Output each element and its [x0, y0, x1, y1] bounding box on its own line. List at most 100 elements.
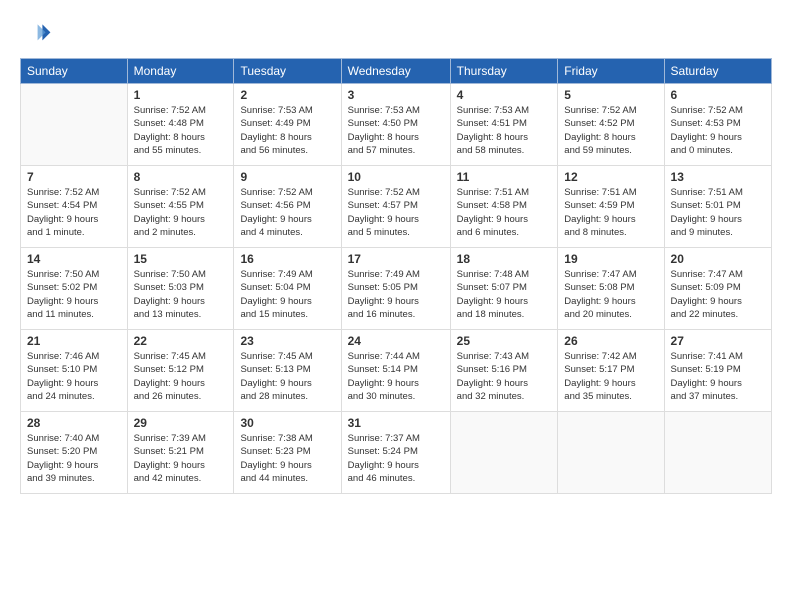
day-number: 11 [457, 170, 552, 184]
calendar-cell: 18Sunrise: 7:48 AM Sunset: 5:07 PM Dayli… [450, 248, 558, 330]
day-info: Sunrise: 7:48 AM Sunset: 5:07 PM Dayligh… [457, 268, 552, 321]
day-number: 9 [240, 170, 334, 184]
day-info: Sunrise: 7:51 AM Sunset: 4:59 PM Dayligh… [564, 186, 657, 239]
day-info: Sunrise: 7:51 AM Sunset: 5:01 PM Dayligh… [671, 186, 765, 239]
calendar-cell: 9 Sunrise: 7:52 AM Sunset: 4:56 PM Daylig… [234, 166, 341, 248]
day-info: Sunrise: 7:39 AM Sunset: 5:21 PM Dayligh… [134, 432, 228, 485]
day-number: 4 [457, 88, 552, 102]
calendar-cell: 16 Sunrise: 7:49 AM Sunset: 5:04 PM Dayli… [234, 248, 341, 330]
calendar-cell: 15 Sunrise: 7:50 AM Sunset: 5:03 PM Dayli… [127, 248, 234, 330]
day-number: 1 [134, 88, 228, 102]
day-number: 10 [348, 170, 444, 184]
calendar-cell: 24Sunrise: 7:44 AM Sunset: 5:14 PM Dayli… [341, 330, 450, 412]
calendar-header-row: SundayMondayTuesdayWednesdayThursdayFrid… [21, 59, 772, 84]
day-number: 22 [134, 334, 228, 348]
day-number: 5 [564, 88, 657, 102]
calendar-cell: 22 Sunrise: 7:45 AM Sunset: 5:12 PM Dayli… [127, 330, 234, 412]
day-info: Sunrise: 7:41 AM Sunset: 5:19 PM Dayligh… [671, 350, 765, 403]
weekday-header: Friday [558, 59, 664, 84]
calendar-cell: 25 Sunrise: 7:43 AM Sunset: 5:16 PM Dayli… [450, 330, 558, 412]
day-number: 14 [27, 252, 121, 266]
calendar-week-row: 28 Sunrise: 7:40 AM Sunset: 5:20 PM Dayli… [21, 412, 772, 494]
day-info: Sunrise: 7:53 AM Sunset: 4:51 PM Dayligh… [457, 104, 552, 157]
day-info: Sunrise: 7:46 AM Sunset: 5:10 PM Dayligh… [27, 350, 121, 403]
day-info: Sunrise: 7:37 AM Sunset: 5:24 PM Dayligh… [348, 432, 444, 485]
day-number: 30 [240, 416, 334, 430]
day-info: Sunrise: 7:43 AM Sunset: 5:16 PM Dayligh… [457, 350, 552, 403]
day-info: Sunrise: 7:50 AM Sunset: 5:03 PM Dayligh… [134, 268, 228, 321]
day-info: Sunrise: 7:51 AM Sunset: 4:58 PM Dayligh… [457, 186, 552, 239]
day-number: 12 [564, 170, 657, 184]
calendar-cell [21, 84, 128, 166]
calendar-cell [664, 412, 771, 494]
logo [20, 18, 56, 50]
calendar-cell: 29 Sunrise: 7:39 AM Sunset: 5:21 PM Dayli… [127, 412, 234, 494]
day-number: 28 [27, 416, 121, 430]
calendar-cell: 3 Sunrise: 7:53 AM Sunset: 4:50 PM Daylig… [341, 84, 450, 166]
logo-icon [20, 18, 52, 50]
day-number: 24 [348, 334, 444, 348]
day-info: Sunrise: 7:45 AM Sunset: 5:12 PM Dayligh… [134, 350, 228, 403]
weekday-header: Thursday [450, 59, 558, 84]
calendar-cell: 23 Sunrise: 7:45 AM Sunset: 5:13 PM Dayli… [234, 330, 341, 412]
day-number: 17 [348, 252, 444, 266]
calendar-cell: 20Sunrise: 7:47 AM Sunset: 5:09 PM Dayli… [664, 248, 771, 330]
weekday-header: Sunday [21, 59, 128, 84]
day-info: Sunrise: 7:52 AM Sunset: 4:55 PM Dayligh… [134, 186, 228, 239]
day-info: Sunrise: 7:52 AM Sunset: 4:54 PM Dayligh… [27, 186, 121, 239]
day-info: Sunrise: 7:49 AM Sunset: 5:04 PM Dayligh… [240, 268, 334, 321]
day-number: 7 [27, 170, 121, 184]
day-info: Sunrise: 7:40 AM Sunset: 5:20 PM Dayligh… [27, 432, 121, 485]
day-info: Sunrise: 7:52 AM Sunset: 4:57 PM Dayligh… [348, 186, 444, 239]
day-number: 2 [240, 88, 334, 102]
day-number: 21 [27, 334, 121, 348]
day-number: 15 [134, 252, 228, 266]
calendar-cell: 13 Sunrise: 7:51 AM Sunset: 5:01 PM Dayli… [664, 166, 771, 248]
day-info: Sunrise: 7:38 AM Sunset: 5:23 PM Dayligh… [240, 432, 334, 485]
weekday-header: Tuesday [234, 59, 341, 84]
day-info: Sunrise: 7:45 AM Sunset: 5:13 PM Dayligh… [240, 350, 334, 403]
day-number: 25 [457, 334, 552, 348]
header [20, 18, 772, 50]
day-info: Sunrise: 7:47 AM Sunset: 5:08 PM Dayligh… [564, 268, 657, 321]
calendar-cell: 2 Sunrise: 7:53 AM Sunset: 4:49 PM Daylig… [234, 84, 341, 166]
day-number: 26 [564, 334, 657, 348]
calendar-cell: 19Sunrise: 7:47 AM Sunset: 5:08 PM Dayli… [558, 248, 664, 330]
day-info: Sunrise: 7:49 AM Sunset: 5:05 PM Dayligh… [348, 268, 444, 321]
calendar-cell: 14Sunrise: 7:50 AM Sunset: 5:02 PM Dayli… [21, 248, 128, 330]
day-number: 23 [240, 334, 334, 348]
calendar-cell: 26Sunrise: 7:42 AM Sunset: 5:17 PM Dayli… [558, 330, 664, 412]
weekday-header: Monday [127, 59, 234, 84]
calendar-cell: 28 Sunrise: 7:40 AM Sunset: 5:20 PM Dayli… [21, 412, 128, 494]
calendar-cell: 27Sunrise: 7:41 AM Sunset: 5:19 PM Dayli… [664, 330, 771, 412]
calendar-cell: 10 Sunrise: 7:52 AM Sunset: 4:57 PM Dayli… [341, 166, 450, 248]
calendar-cell: 6 Sunrise: 7:52 AM Sunset: 4:53 PM Daylig… [664, 84, 771, 166]
day-number: 29 [134, 416, 228, 430]
calendar-cell: 1Sunrise: 7:52 AM Sunset: 4:48 PM Daylig… [127, 84, 234, 166]
weekday-header: Wednesday [341, 59, 450, 84]
calendar-cell [450, 412, 558, 494]
calendar-week-row: 7 Sunrise: 7:52 AM Sunset: 4:54 PM Daylig… [21, 166, 772, 248]
day-number: 16 [240, 252, 334, 266]
day-info: Sunrise: 7:52 AM Sunset: 4:56 PM Dayligh… [240, 186, 334, 239]
calendar-cell: 12 Sunrise: 7:51 AM Sunset: 4:59 PM Dayli… [558, 166, 664, 248]
day-info: Sunrise: 7:53 AM Sunset: 4:49 PM Dayligh… [240, 104, 334, 157]
calendar-week-row: 1Sunrise: 7:52 AM Sunset: 4:48 PM Daylig… [21, 84, 772, 166]
calendar-cell: 8Sunrise: 7:52 AM Sunset: 4:55 PM Daylig… [127, 166, 234, 248]
calendar-cell: 21 Sunrise: 7:46 AM Sunset: 5:10 PM Dayli… [21, 330, 128, 412]
calendar-cell: 11 Sunrise: 7:51 AM Sunset: 4:58 PM Dayli… [450, 166, 558, 248]
calendar-cell [558, 412, 664, 494]
calendar-cell: 30 Sunrise: 7:38 AM Sunset: 5:23 PM Dayli… [234, 412, 341, 494]
calendar-table: SundayMondayTuesdayWednesdayThursdayFrid… [20, 58, 772, 494]
day-number: 6 [671, 88, 765, 102]
day-info: Sunrise: 7:52 AM Sunset: 4:53 PM Dayligh… [671, 104, 765, 157]
day-number: 3 [348, 88, 444, 102]
day-info: Sunrise: 7:53 AM Sunset: 4:50 PM Dayligh… [348, 104, 444, 157]
calendar-cell: 5 Sunrise: 7:52 AM Sunset: 4:52 PM Daylig… [558, 84, 664, 166]
calendar-week-row: 21 Sunrise: 7:46 AM Sunset: 5:10 PM Dayli… [21, 330, 772, 412]
day-info: Sunrise: 7:52 AM Sunset: 4:52 PM Dayligh… [564, 104, 657, 157]
day-number: 13 [671, 170, 765, 184]
calendar-week-row: 14Sunrise: 7:50 AM Sunset: 5:02 PM Dayli… [21, 248, 772, 330]
calendar-cell: 17 Sunrise: 7:49 AM Sunset: 5:05 PM Dayli… [341, 248, 450, 330]
day-info: Sunrise: 7:47 AM Sunset: 5:09 PM Dayligh… [671, 268, 765, 321]
